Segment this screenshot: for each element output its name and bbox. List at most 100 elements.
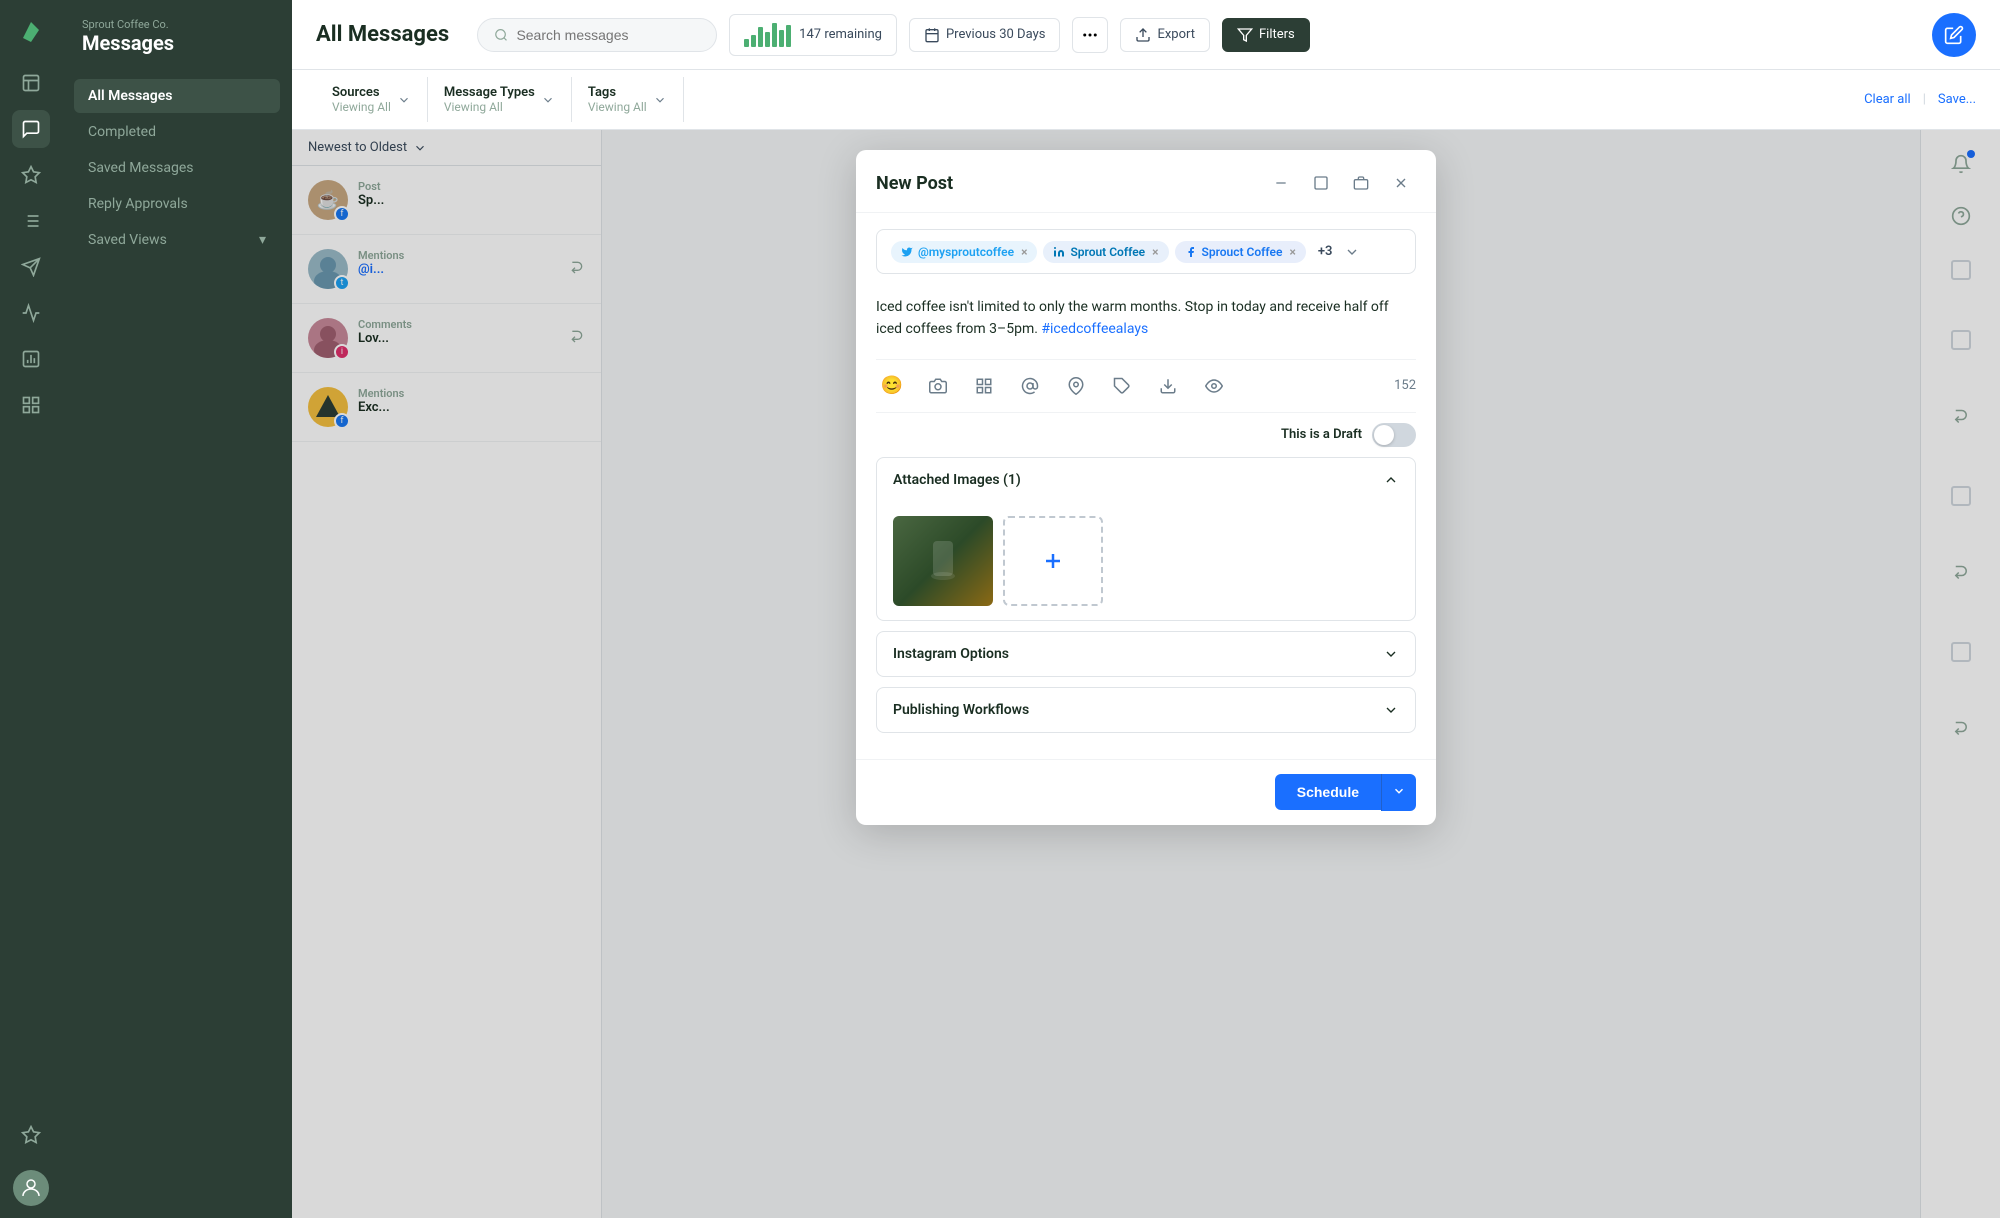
- save-filter-button[interactable]: Save...: [1938, 92, 1976, 107]
- nav-header: Sprout Coffee Co. Messages: [62, 0, 292, 71]
- nav-item-all-messages[interactable]: All Messages: [74, 79, 280, 113]
- location-button[interactable]: [1060, 370, 1092, 402]
- message-types-filter[interactable]: Message Types Viewing All: [428, 77, 572, 122]
- nav-item-label: Saved Messages: [88, 160, 194, 176]
- instagram-options-section: Instagram Options: [876, 631, 1416, 677]
- more-accounts-count[interactable]: +3: [1312, 240, 1339, 263]
- sidebar-item-reviews[interactable]: [12, 1116, 50, 1154]
- attached-images-section: Attached Images (1): [876, 457, 1416, 621]
- photo-button[interactable]: [922, 370, 954, 402]
- publishing-workflows-section: Publishing Workflows: [876, 687, 1416, 733]
- bar-1: [744, 39, 749, 46]
- expand-accounts-button[interactable]: [1344, 244, 1360, 260]
- emoji-button[interactable]: 😊: [876, 370, 908, 402]
- page-title: All Messages: [316, 22, 449, 47]
- char-count: 152: [1394, 378, 1416, 393]
- compose-text-display[interactable]: Iced coffee isn't limited to only the wa…: [876, 296, 1416, 341]
- tag-button[interactable]: [1106, 370, 1138, 402]
- instagram-expand-icon: [1383, 646, 1399, 662]
- filter-actions: Clear all | Save...: [1864, 92, 1976, 107]
- grid-button[interactable]: [968, 370, 1000, 402]
- coffee-image-icon: [923, 536, 963, 586]
- linkedin-icon: [1053, 246, 1065, 258]
- eye-icon: [1205, 377, 1223, 395]
- sources-filter[interactable]: Sources Viewing All: [316, 77, 428, 122]
- date-range-button[interactable]: Previous 30 Days: [909, 18, 1060, 52]
- remaining-count: 147 remaining: [799, 27, 882, 42]
- schedule-button[interactable]: Schedule: [1275, 774, 1381, 810]
- more-options-button[interactable]: [1072, 17, 1108, 53]
- nav-item-label: All Messages: [88, 88, 173, 104]
- image-preview: [893, 516, 993, 606]
- resize-button[interactable]: [1306, 168, 1336, 198]
- compose-icon: [1944, 25, 1964, 45]
- sidebar-item-reports[interactable]: [12, 340, 50, 378]
- company-name: Sprout Coffee Co.: [82, 18, 272, 31]
- instagram-section-label: Instagram Options: [893, 646, 1009, 662]
- sidebar-item-tasks[interactable]: [12, 202, 50, 240]
- sidebar: [0, 0, 62, 1218]
- sidebar-item-inbox[interactable]: [12, 64, 50, 102]
- clear-all-button[interactable]: Clear all: [1864, 92, 1911, 107]
- remove-twitter-tag[interactable]: ×: [1021, 245, 1027, 259]
- sidebar-item-automations[interactable]: [12, 386, 50, 424]
- remaining-indicator: 147 remaining: [729, 14, 897, 56]
- nav-item-completed[interactable]: Completed: [74, 115, 280, 149]
- modal-body: @mysproutcoffee × Sprout Coffee × Sprouc…: [856, 213, 1436, 759]
- minimize-button[interactable]: [1266, 168, 1296, 198]
- bar-chart: [744, 23, 791, 47]
- image-thumbnail: [893, 516, 993, 606]
- twitter-account-tag[interactable]: @mysproutcoffee ×: [891, 241, 1037, 263]
- schedule-dropdown-button[interactable]: [1381, 774, 1416, 811]
- remove-facebook-tag[interactable]: ×: [1289, 245, 1295, 259]
- download-button[interactable]: [1152, 370, 1184, 402]
- main-area: All Messages 147 remaining Previous 30 D…: [292, 0, 2000, 1218]
- sidebar-item-messages[interactable]: [12, 110, 50, 148]
- modal-controls: [1266, 168, 1416, 198]
- stack-button[interactable]: [1346, 168, 1376, 198]
- at-icon: [1021, 377, 1039, 395]
- twitter-icon: [901, 246, 913, 258]
- nav-panel: Sprout Coffee Co. Messages All Messages …: [62, 0, 292, 1218]
- sidebar-item-analytics[interactable]: [12, 294, 50, 332]
- compose-area: Iced coffee isn't limited to only the wa…: [876, 288, 1416, 359]
- facebook-account-tag[interactable]: Sprouct Coffee ×: [1175, 241, 1306, 263]
- modal-overlay: New Post: [292, 130, 2000, 1218]
- images-section-header[interactable]: Attached Images (1): [877, 458, 1415, 502]
- search-input[interactable]: [516, 27, 700, 43]
- mention-button[interactable]: [1014, 370, 1046, 402]
- message-types-sub: Viewing All: [444, 100, 535, 114]
- workflows-section-label: Publishing Workflows: [893, 702, 1029, 718]
- minimize-icon: [1273, 175, 1289, 191]
- message-types-label: Message Types: [444, 85, 535, 100]
- modal-header: New Post: [856, 150, 1436, 213]
- hashtag-link[interactable]: #icedcoffeealays: [1041, 321, 1148, 337]
- linkedin-name: Sprout Coffee: [1070, 245, 1145, 259]
- remove-linkedin-tag[interactable]: ×: [1152, 245, 1158, 259]
- facebook-name: Sprouct Coffee: [1202, 245, 1283, 259]
- instagram-section-header[interactable]: Instagram Options: [877, 632, 1415, 676]
- add-image-button[interactable]: [1003, 516, 1103, 606]
- sidebar-item-publish[interactable]: [12, 248, 50, 286]
- search-bar[interactable]: [477, 18, 717, 52]
- tags-chevron-icon: [653, 93, 667, 107]
- workflows-section-header[interactable]: Publishing Workflows: [877, 688, 1415, 732]
- topbar: All Messages 147 remaining Previous 30 D…: [292, 0, 2000, 70]
- bar-7: [786, 25, 791, 47]
- nav-item-reply-approvals[interactable]: Reply Approvals: [74, 187, 280, 221]
- user-avatar[interactable]: [13, 1170, 49, 1206]
- compose-toolbar: 😊: [876, 359, 1416, 413]
- sidebar-item-pin[interactable]: [12, 156, 50, 194]
- close-button[interactable]: [1386, 168, 1416, 198]
- export-button[interactable]: Export: [1120, 18, 1210, 52]
- draft-toggle[interactable]: [1372, 423, 1416, 447]
- new-post-button[interactable]: [1932, 13, 1976, 57]
- nav-item-label: Completed: [88, 124, 156, 140]
- nav-item-saved-views[interactable]: Saved Views ▾: [74, 223, 280, 257]
- nav-item-saved-messages[interactable]: Saved Messages: [74, 151, 280, 185]
- filters-button[interactable]: Filters: [1222, 18, 1310, 52]
- grid-icon: [975, 377, 993, 395]
- tags-filter[interactable]: Tags Viewing All: [572, 77, 684, 122]
- linkedin-account-tag[interactable]: Sprout Coffee ×: [1043, 241, 1168, 263]
- preview-button[interactable]: [1198, 370, 1230, 402]
